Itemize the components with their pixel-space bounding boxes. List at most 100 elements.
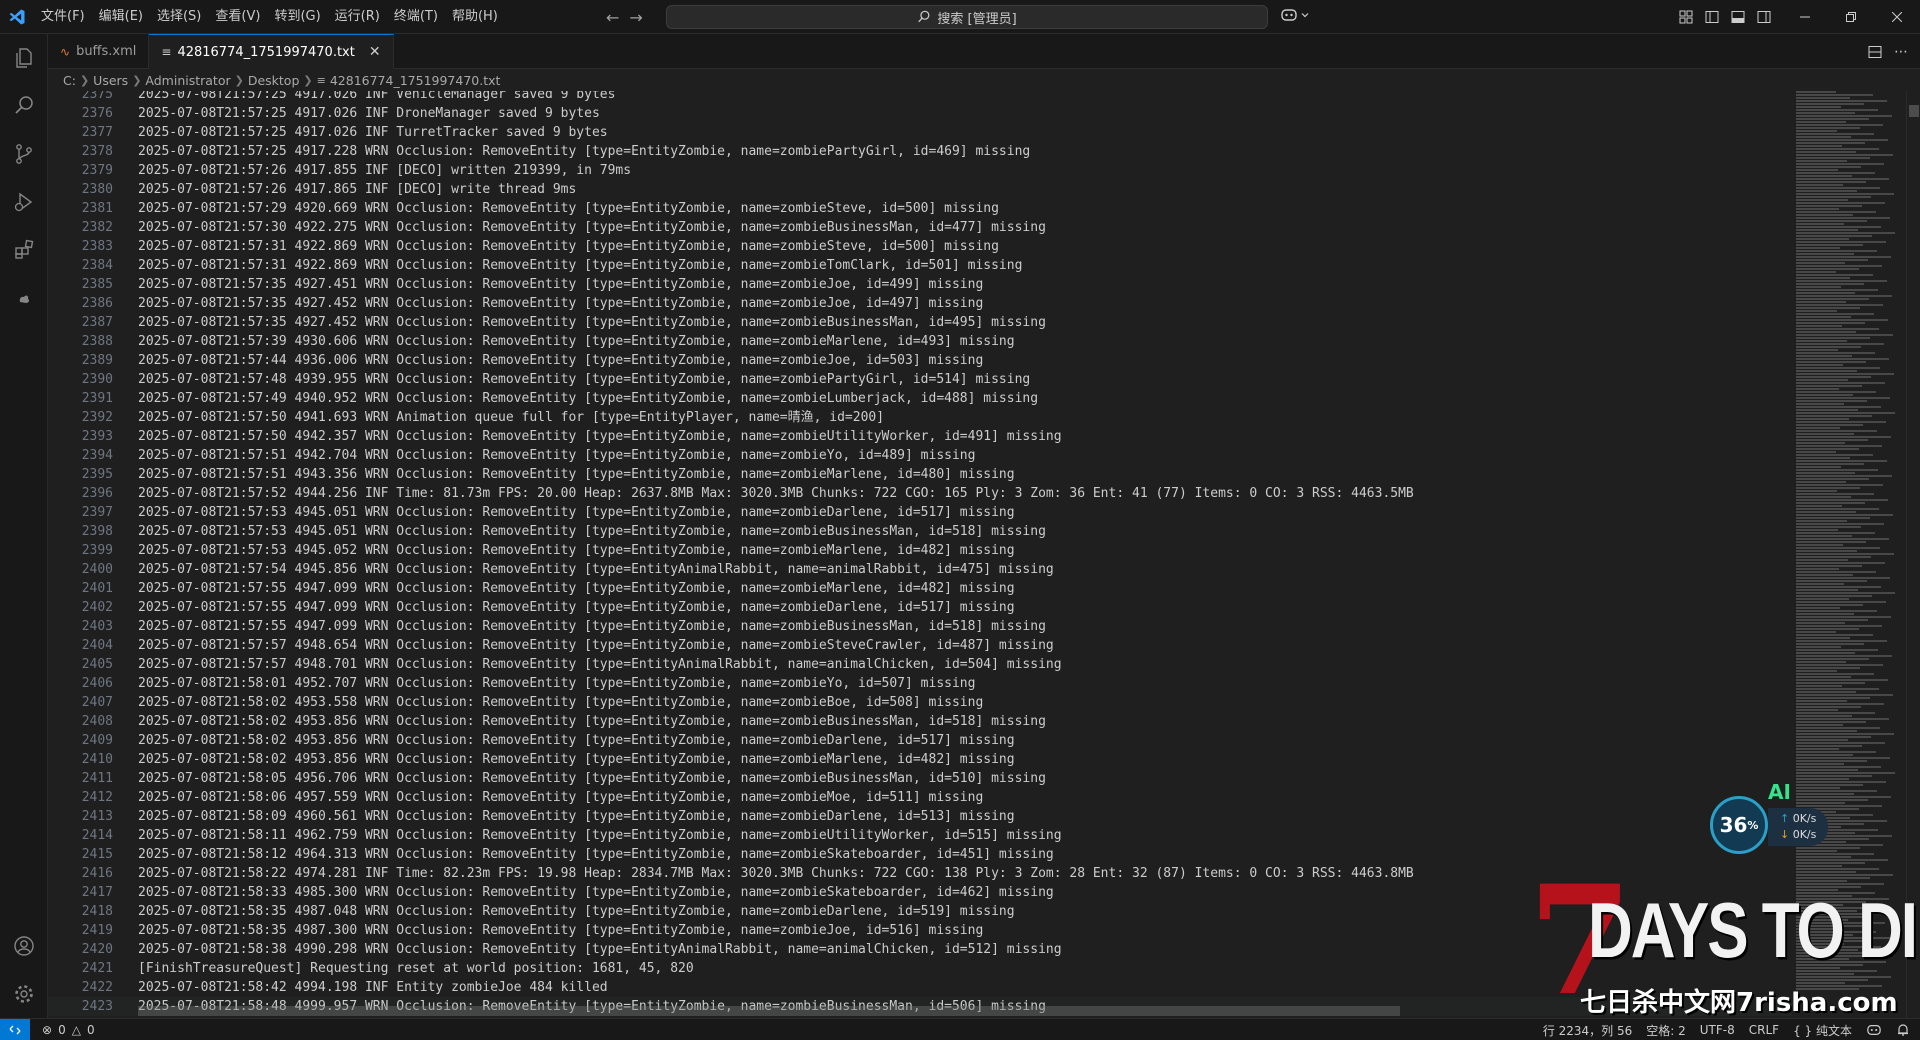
network-speed-widget[interactable]: 36% ↑ 0K/s ↓ 0K/s [1710, 790, 1830, 860]
code-line[interactable]: 2407 2025-07-08T21:58:02 4953.558 WRN Occ… [48, 693, 1792, 712]
menu-item[interactable]: 转到(G) [267, 0, 327, 34]
code-line[interactable]: 2389 2025-07-08T21:57:44 4936.006 WRN Occ… [48, 351, 1792, 370]
menu-item[interactable]: 选择(S) [150, 0, 208, 34]
accounts-button[interactable] [0, 922, 48, 970]
cursor-position[interactable]: 行 2234，列 56 [1543, 1022, 1632, 1039]
code-line[interactable]: 2386 2025-07-08T21:57:35 4927.452 WRN Occ… [48, 294, 1792, 313]
copilot-status-icon[interactable] [1866, 1023, 1882, 1037]
split-editor-icon[interactable] [1868, 45, 1882, 59]
code-line[interactable]: 2404 2025-07-08T21:57:57 4948.654 WRN Occ… [48, 636, 1792, 655]
menu-item[interactable]: 查看(V) [208, 0, 267, 34]
code-line[interactable]: 2405 2025-07-08T21:57:57 4948.701 WRN Occ… [48, 655, 1792, 674]
code-line[interactable]: 2410 2025-07-08T21:58:02 4953.856 WRN Occ… [48, 750, 1792, 769]
code-line[interactable]: 2376 2025-07-08T21:57:25 4917.026 INF Dro… [48, 104, 1792, 123]
minimap-line [1796, 130, 1837, 132]
code-line[interactable]: 2375 2025-07-08T21:57:25 4917.026 INF Veh… [48, 91, 1792, 104]
horizontal-scrollbar[interactable] [138, 1006, 1400, 1016]
line-text: 2025-07-08T21:57:53 4945.052 WRN Occlusi… [138, 543, 1015, 558]
code-line[interactable]: 2382 2025-07-08T21:57:30 4922.275 WRN Occ… [48, 218, 1792, 237]
toggle-primary-sidebar-icon[interactable] [1704, 9, 1720, 25]
restore-button[interactable] [1828, 0, 1874, 34]
code-line[interactable]: 2394 2025-07-08T21:57:51 4942.704 WRN Occ… [48, 446, 1792, 465]
end-of-line[interactable]: CRLF [1749, 1023, 1779, 1037]
minimap-line [1796, 337, 1870, 339]
manage-button[interactable] [0, 970, 48, 1018]
toggle-panel-icon[interactable] [1730, 9, 1746, 25]
search-view-button[interactable] [0, 82, 48, 130]
code-line[interactable]: 2408 2025-07-08T21:58:02 4953.856 WRN Occ… [48, 712, 1792, 731]
encoding[interactable]: UTF-8 [1700, 1023, 1735, 1037]
code-line[interactable]: 2413 2025-07-08T21:58:09 4960.561 WRN Occ… [48, 807, 1792, 826]
menu-item[interactable]: 帮助(H) [445, 0, 505, 34]
line-number: 2423 [81, 999, 113, 1014]
tab-label: 42816774_1751997470.txt [177, 44, 355, 60]
code-line[interactable]: 2397 2025-07-08T21:57:53 4945.051 WRN Occ… [48, 503, 1792, 522]
code-line[interactable]: 2391 2025-07-08T21:57:49 4940.952 WRN Occ… [48, 389, 1792, 408]
code-line[interactable]: 2401 2025-07-08T21:57:55 4947.099 WRN Occ… [48, 579, 1792, 598]
tab-log-txt[interactable]: ≡ 42816774_1751997470.txt ✕ [149, 34, 394, 69]
code-line[interactable]: 2390 2025-07-08T21:57:48 4939.955 WRN Occ… [48, 370, 1792, 389]
explorer-button[interactable] [0, 34, 48, 82]
code-line[interactable]: 2403 2025-07-08T21:57:55 4947.099 WRN Occ… [48, 617, 1792, 636]
close-window-button[interactable] [1874, 0, 1920, 34]
copilot-menu[interactable] [1280, 7, 1310, 23]
minimap-line [1796, 532, 1875, 534]
menu-item[interactable]: 运行(R) [328, 0, 387, 34]
code-line[interactable]: 2414 2025-07-08T21:58:11 4962.759 WRN Occ… [48, 826, 1792, 845]
code-line[interactable]: 2400 2025-07-08T21:57:54 4945.856 WRN Occ… [48, 560, 1792, 579]
remote-explorer-button[interactable] [0, 274, 48, 322]
indentation[interactable]: 空格: 2 [1646, 1022, 1686, 1039]
forward-arrow-icon[interactable]: → [629, 8, 642, 27]
code-line[interactable]: 2388 2025-07-08T21:57:39 4930.606 WRN Occ… [48, 332, 1792, 351]
code-line[interactable]: 2396 2025-07-08T21:57:52 4944.256 INF Tim… [48, 484, 1792, 503]
back-arrow-icon[interactable]: ← [606, 8, 619, 27]
code-line[interactable]: 2387 2025-07-08T21:57:35 4927.452 WRN Occ… [48, 313, 1792, 332]
minimap-line [1796, 253, 1854, 255]
code-line[interactable]: 2377 2025-07-08T21:57:25 4917.026 INF Tur… [48, 123, 1792, 142]
code-line[interactable]: 2398 2025-07-08T21:57:53 4945.051 WRN Occ… [48, 522, 1792, 541]
code-line[interactable]: 2385 2025-07-08T21:57:35 4927.451 WRN Occ… [48, 275, 1792, 294]
code-line[interactable]: 2402 2025-07-08T21:57:55 4947.099 WRN Occ… [48, 598, 1792, 617]
breadcrumb-item[interactable]: 42816774_1751997470.txt [330, 73, 501, 88]
minimap-line [1796, 721, 1866, 723]
code-line[interactable]: 2381 2025-07-08T21:57:29 4920.669 WRN Occ… [48, 199, 1792, 218]
run-debug-button[interactable] [0, 178, 48, 226]
breadcrumb-item[interactable]: Administrator [145, 73, 230, 88]
tab-buffs-xml[interactable]: ∿ buffs.xml [48, 34, 150, 69]
command-center-search[interactable]: 搜索 [管理员] [666, 5, 1268, 29]
more-actions-icon[interactable]: ⋯ [1894, 44, 1908, 60]
code-line[interactable]: 2378 2025-07-08T21:57:25 4917.228 WRN Occ… [48, 142, 1792, 161]
customize-layout-icon[interactable] [1678, 9, 1694, 25]
menu-item[interactable]: 编辑(E) [92, 0, 150, 34]
code-line[interactable]: 2380 2025-07-08T21:57:26 4917.865 INF [DE… [48, 180, 1792, 199]
code-line[interactable]: 2383 2025-07-08T21:57:31 4922.869 WRN Occ… [48, 237, 1792, 256]
code-line[interactable]: 2406 2025-07-08T21:58:01 4952.707 WRN Occ… [48, 674, 1792, 693]
close-tab-icon[interactable]: ✕ [369, 44, 381, 60]
scrollbar-thumb[interactable] [1909, 105, 1919, 117]
toggle-secondary-sidebar-icon[interactable] [1756, 9, 1772, 25]
code-line[interactable]: 2393 2025-07-08T21:57:50 4942.357 WRN Occ… [48, 427, 1792, 446]
line-number: 2418 [81, 904, 113, 919]
code-line[interactable]: 2395 2025-07-08T21:57:51 4943.356 WRN Occ… [48, 465, 1792, 484]
menu-item[interactable]: 终端(T) [387, 0, 445, 34]
remote-indicator[interactable] [0, 1018, 30, 1040]
minimize-button[interactable] [1782, 0, 1828, 34]
problems-indicator[interactable]: ⊗ 0 △ 0 [42, 1023, 95, 1037]
code-line[interactable]: 2399 2025-07-08T21:57:53 4945.052 WRN Occ… [48, 541, 1792, 560]
extensions-button[interactable] [0, 226, 48, 274]
code-line[interactable]: 2384 2025-07-08T21:57:31 4922.869 WRN Occ… [48, 256, 1792, 275]
menu-item[interactable]: 文件(F) [34, 0, 92, 34]
code-line[interactable]: 2412 2025-07-08T21:58:06 4957.559 WRN Occ… [48, 788, 1792, 807]
source-control-button[interactable] [0, 130, 48, 178]
language-mode[interactable]: { } 纯文本 [1793, 1022, 1852, 1039]
breadcrumb-item[interactable]: Users [93, 73, 128, 88]
code-line[interactable]: 2411 2025-07-08T21:58:05 4956.706 WRN Occ… [48, 769, 1792, 788]
bell-icon[interactable] [1896, 1023, 1910, 1037]
code-line[interactable]: 2379 2025-07-08T21:57:26 4917.855 INF [DE… [48, 161, 1792, 180]
minimap-line [1796, 502, 1865, 504]
code-line[interactable]: 2392 2025-07-08T21:57:50 4941.693 WRN Ani… [48, 408, 1792, 427]
breadcrumb-item[interactable]: C: [63, 73, 76, 88]
breadcrumb-item[interactable]: Desktop [248, 73, 300, 88]
code-line[interactable]: 2409 2025-07-08T21:58:02 4953.856 WRN Occ… [48, 731, 1792, 750]
minimap-line [1796, 523, 1884, 525]
